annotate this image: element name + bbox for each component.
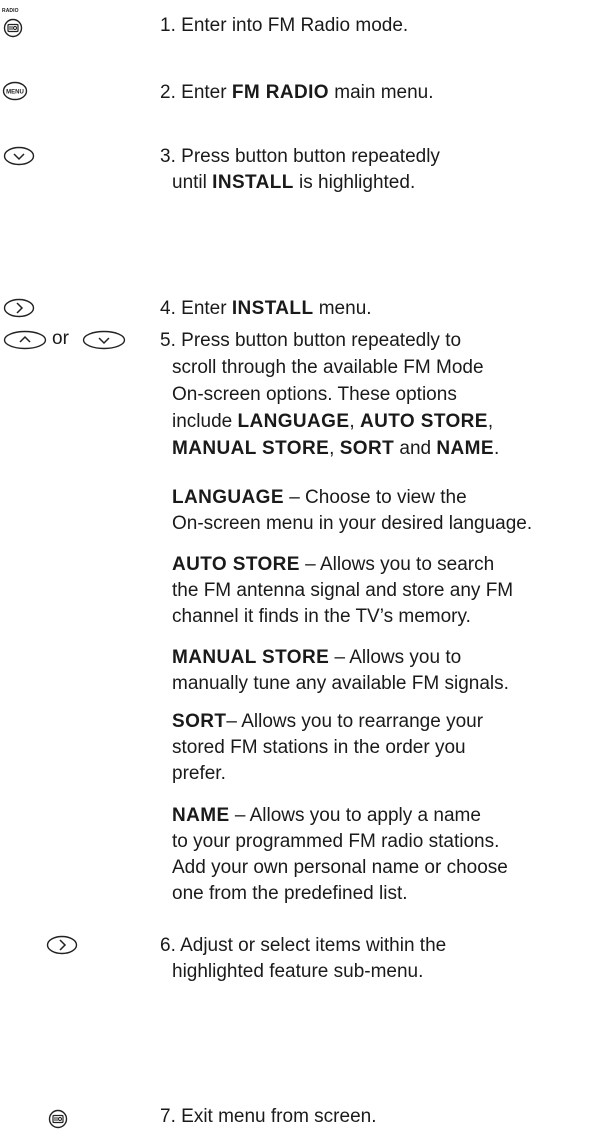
step-4: 4. Enter INSTALL menu. (160, 296, 590, 322)
option-name: AUTO STORE (172, 554, 300, 575)
option-text: stored FM stations in the order you (172, 737, 466, 758)
step-number: 7. (160, 1106, 176, 1127)
separator: , (329, 438, 340, 459)
option-sort: SORT– Allows you to rearrange your store… (172, 709, 587, 787)
option-text: channel it finds in the TV’s memory. (172, 606, 471, 627)
option-text: Allows you to apply a name (249, 805, 481, 826)
option-text: Allows you to search (319, 554, 495, 575)
option-text: Allows you to (349, 647, 462, 668)
option-name: NAME (172, 805, 230, 826)
option-separator: – (299, 554, 320, 575)
step-number: 4. (160, 298, 176, 319)
step-number: 6. (160, 935, 176, 956)
step-number: 5. (160, 330, 176, 351)
step-text: On-screen options. These options (172, 384, 457, 405)
option-text: Choose to view the (305, 487, 467, 508)
option-name: MANUAL STORE (172, 647, 330, 668)
step-3: 3. Press button button repeatedly until … (160, 144, 590, 196)
option-separator: – (283, 487, 306, 508)
option-text: On-screen menu in your desired language. (172, 513, 533, 534)
step-text: include (172, 411, 238, 432)
option-text: to your programmed FM radio stations. (172, 831, 500, 852)
option-name: SORT (172, 711, 227, 732)
step-2: 2. Enter FM RADIO main menu. (160, 80, 590, 106)
option-separator: – (329, 647, 350, 668)
option-text: the FM antenna signal and store any FM (172, 580, 514, 601)
step-1: 1. Enter into FM Radio mode. (160, 13, 590, 39)
option-keyword: AUTO STORE (359, 411, 488, 432)
down-button-icon-2[interactable] (82, 330, 126, 350)
step-bold-text: INSTALL (212, 172, 294, 193)
step-number: 1. (160, 15, 176, 36)
or-label: or (52, 328, 69, 349)
step-text: until (172, 172, 213, 193)
option-keyword: LANGUAGE (237, 411, 350, 432)
option-name: LANGUAGE (172, 487, 284, 508)
option-manual-store: MANUAL STORE – Allows you to manually tu… (172, 645, 587, 697)
step-number: 2. (160, 82, 176, 103)
step-7: 7. Exit menu from screen. (160, 1104, 590, 1130)
step-text: Enter (181, 82, 232, 103)
step-text: Press button button repeatedly (181, 146, 440, 167)
step-text: Press button button repeatedly to (181, 330, 462, 351)
separator: , (349, 411, 360, 432)
step-text: main menu. (328, 82, 434, 103)
step-6: 6. Adjust or select items within the hig… (160, 933, 590, 985)
option-separator: – (229, 805, 250, 826)
step-text: menu. (313, 298, 372, 319)
separator: , (487, 411, 494, 432)
option-name-entry: NAME – Allows you to apply a name to you… (172, 803, 587, 907)
right-button-icon[interactable] (3, 298, 35, 318)
option-language: LANGUAGE – Choose to view the On-screen … (172, 485, 587, 537)
right-button-icon-2[interactable] (46, 935, 78, 955)
option-text: one from the predefined list. (172, 883, 408, 904)
option-text: Allows you to rearrange your (241, 711, 484, 732)
separator: and (394, 438, 437, 459)
down-button-icon[interactable] (3, 146, 35, 166)
option-keyword: NAME (436, 438, 494, 459)
option-text: manually tune any available FM signals. (172, 673, 509, 694)
step-bold-text: INSTALL (231, 298, 314, 319)
option-keyword: SORT (339, 438, 395, 459)
option-text: Add your own personal name or choose (172, 857, 508, 878)
menu-button-icon[interactable]: MENU (2, 81, 28, 101)
step-text: scroll through the available FM Mode (172, 357, 484, 378)
step-text: Enter into FM Radio mode. (181, 15, 409, 36)
step-text: Adjust or select items within the (180, 935, 447, 956)
step-text: highlighted feature sub-menu. (172, 961, 424, 982)
option-keyword: MANUAL STORE (172, 438, 330, 459)
step-5: 5. Press button button repeatedly to scr… (160, 327, 590, 462)
radio-button-icon[interactable] (3, 16, 23, 38)
step-text: Exit menu from screen. (181, 1106, 377, 1127)
radio-caption: RADIO (2, 8, 19, 14)
menu-caption: MENU (6, 89, 24, 95)
step-text: is highlighted. (293, 172, 416, 193)
option-text: prefer. (172, 763, 226, 784)
step-bold-text: FM RADIO (231, 82, 329, 103)
exit-button-icon[interactable] (48, 1108, 68, 1130)
option-auto-store: AUTO STORE – Allows you to search the FM… (172, 552, 587, 630)
up-button-icon[interactable] (3, 330, 47, 350)
option-separator: – (226, 711, 242, 732)
step-number: 3. (160, 146, 176, 167)
step-text: Enter (181, 298, 232, 319)
separator: . (493, 438, 500, 459)
